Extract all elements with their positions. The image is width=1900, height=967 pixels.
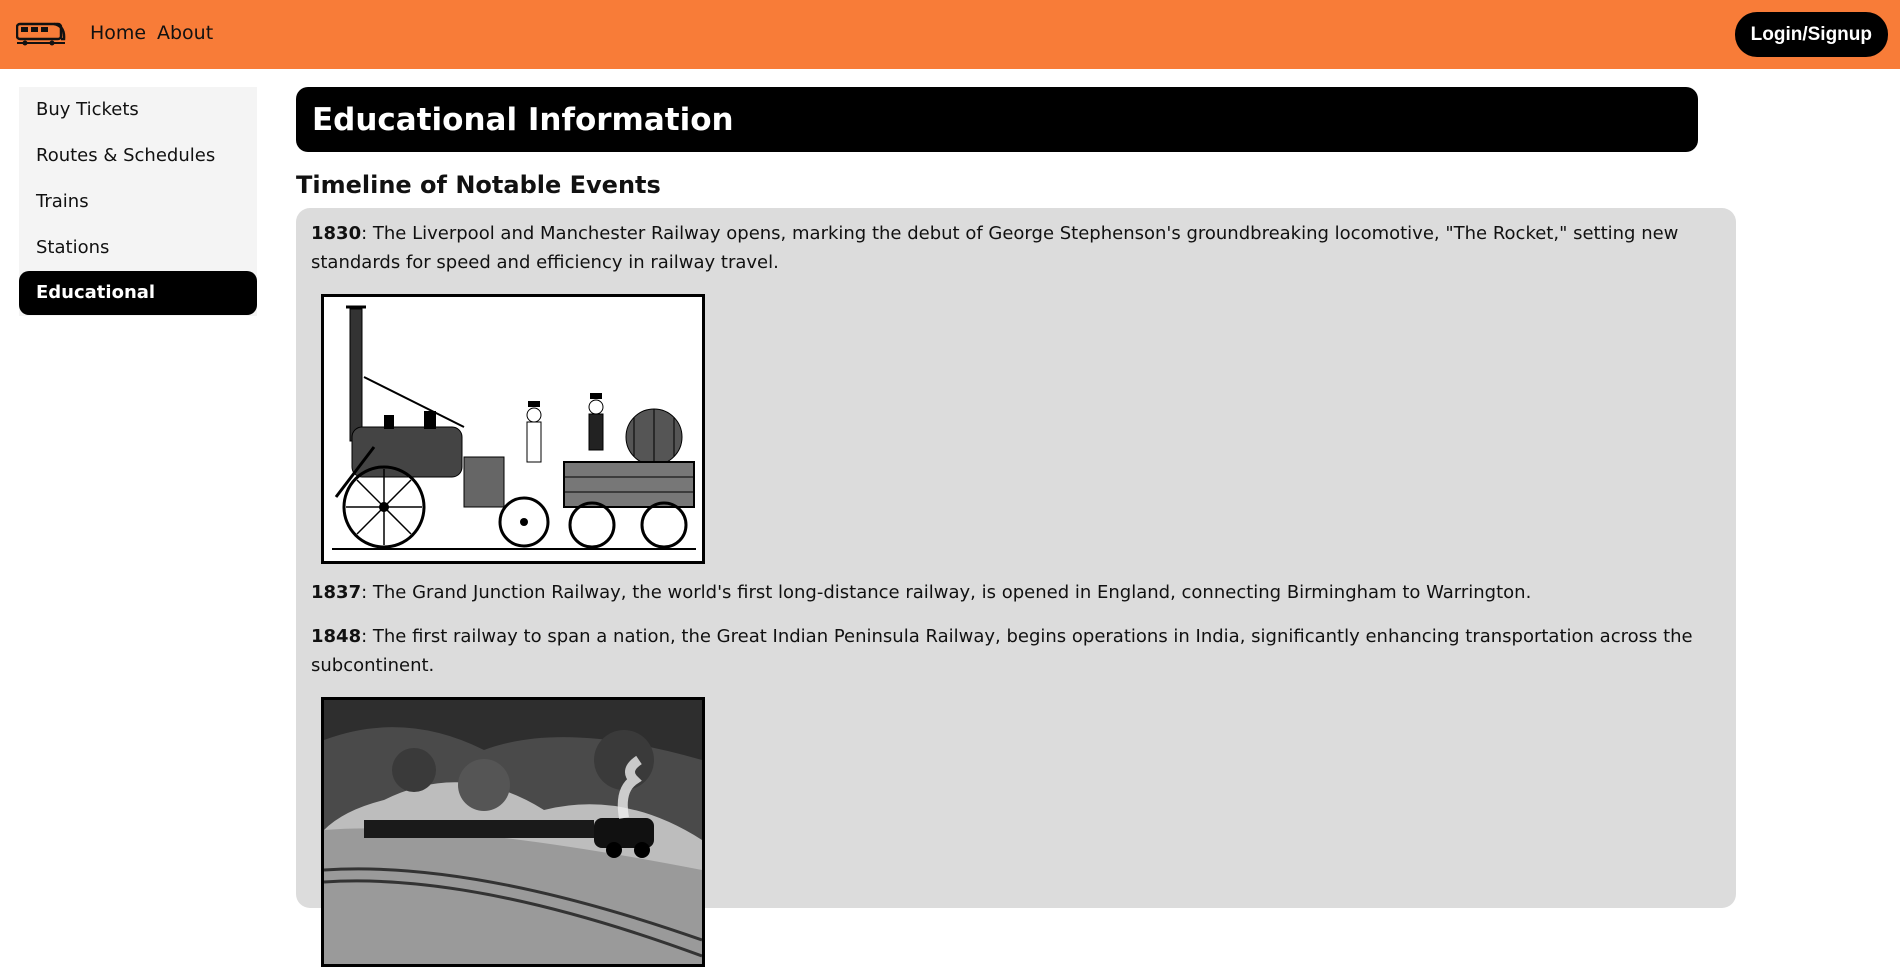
- top-navbar: Home About Login/Signup: [0, 0, 1900, 69]
- sidebar-item-trains[interactable]: Trains: [19, 179, 257, 225]
- event-text: : The Grand Junction Railway, the world'…: [361, 582, 1532, 603]
- nav-about-link[interactable]: About: [157, 22, 213, 44]
- event-text: : The Liverpool and Manchester Railway o…: [311, 223, 1679, 273]
- sidebar-item-buy-tickets[interactable]: Buy Tickets: [19, 87, 257, 133]
- sidebar-item-educational-information[interactable]: Educational Information: [19, 271, 257, 347]
- train-icon[interactable]: [16, 21, 66, 47]
- gip-railway-image: [321, 697, 705, 967]
- timeline-event: 1830: The Liverpool and Manchester Railw…: [311, 219, 1721, 277]
- timeline-panel: 1830: The Liverpool and Manchester Railw…: [296, 208, 1736, 967]
- sidebar-item-routes-schedules[interactable]: Routes & Schedules: [19, 133, 257, 179]
- event-year: 1848: [311, 626, 362, 647]
- timeline-event: 1848: The first railway to span a nation…: [311, 622, 1721, 680]
- sidebar: Buy Tickets Routes & Schedules Trains St…: [19, 87, 257, 347]
- login-signup-button[interactable]: Login/Signup: [1734, 12, 1888, 57]
- event-text: : The first railway to span a nation, th…: [311, 626, 1693, 676]
- event-year: 1830: [311, 223, 362, 244]
- event-year: 1837: [311, 582, 362, 603]
- main-content: Educational Information Timeline of Nota…: [296, 87, 1736, 967]
- rocket-locomotive-image: [321, 294, 705, 564]
- sidebar-item-stations[interactable]: Stations: [19, 225, 257, 271]
- nav-home-link[interactable]: Home: [90, 22, 146, 44]
- section-title: Timeline of Notable Events: [296, 171, 661, 199]
- page-title: Educational Information: [296, 87, 1698, 152]
- timeline-event: 1837: The Grand Junction Railway, the wo…: [311, 578, 1721, 607]
